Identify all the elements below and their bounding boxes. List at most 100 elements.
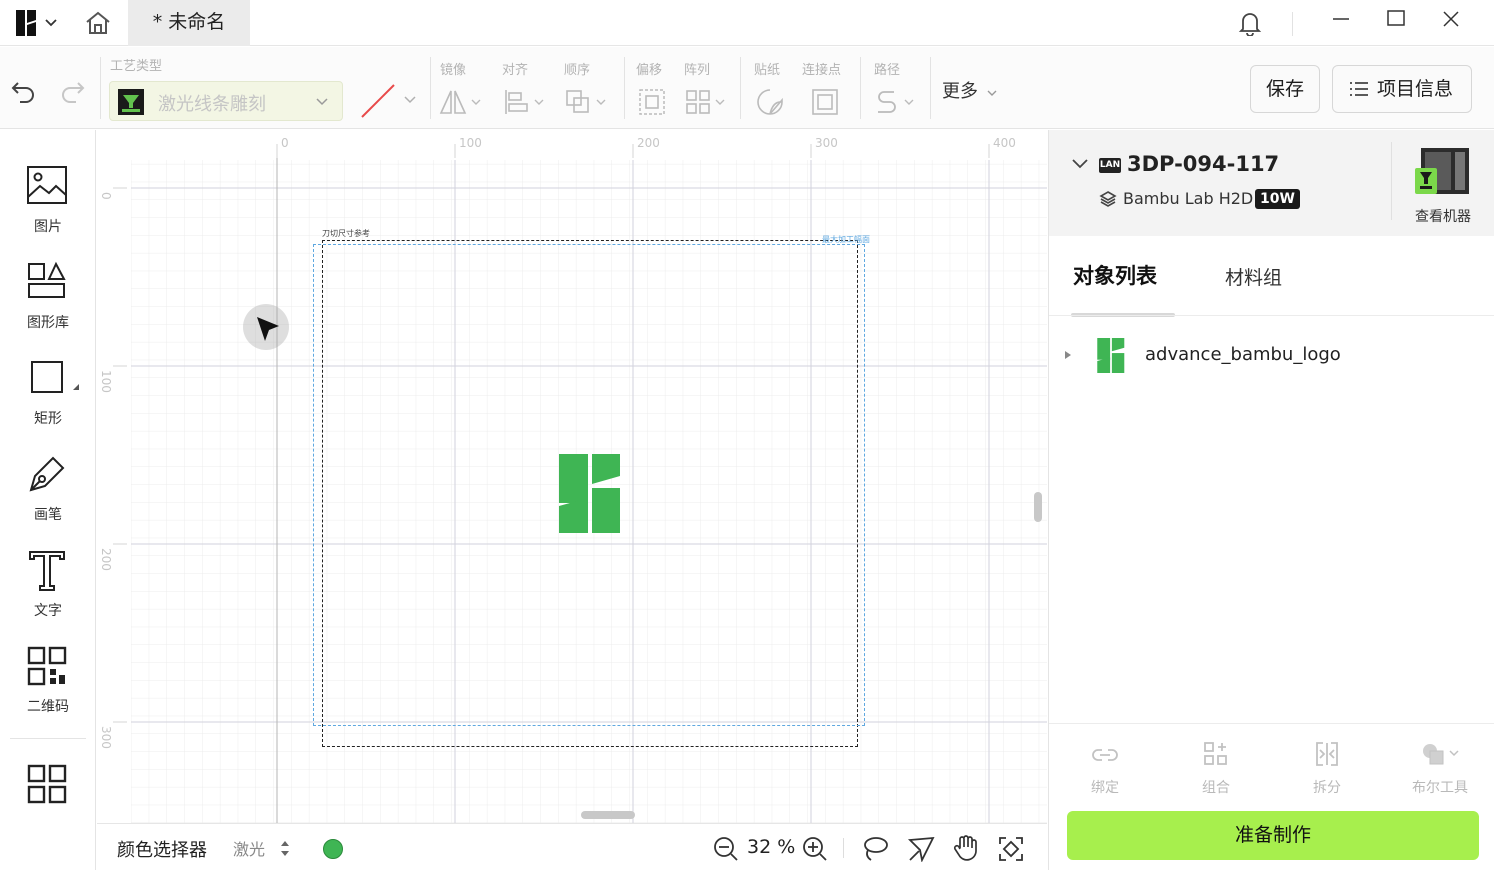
- layers-icon: [1099, 190, 1117, 208]
- group-icon: [1204, 742, 1227, 765]
- path-label: 路径: [874, 63, 901, 78]
- text-tool[interactable]: 文字: [0, 548, 96, 638]
- zoom-value: 32 %: [747, 836, 796, 858]
- text-icon: [29, 551, 65, 591]
- undo-icon[interactable]: [10, 77, 38, 103]
- image-icon: [27, 166, 67, 204]
- maximize-icon[interactable]: [1385, 8, 1407, 30]
- project-info-button[interactable]: 项目信息: [1332, 65, 1472, 113]
- boolean-label: 布尔工具: [1412, 780, 1468, 796]
- chevron-down-icon[interactable]: [1071, 158, 1089, 170]
- toolbar-divider: [860, 57, 861, 119]
- array-icon[interactable]: [685, 87, 725, 117]
- list-icon: [1349, 81, 1369, 97]
- apps-tool[interactable]: [0, 762, 96, 852]
- qr-code-icon: [27, 646, 67, 686]
- boolean-icon: [1423, 744, 1459, 765]
- laser-module-icon: [118, 89, 144, 115]
- ruler-top-label: 0: [281, 136, 289, 150]
- horizontal-scrollbar[interactable]: [581, 811, 635, 819]
- order-label: 顺序: [564, 63, 591, 78]
- rectangle-tool[interactable]: 矩形: [0, 356, 96, 446]
- canvas-bottom-bar: 颜色选择器 激光 32 %: [97, 823, 1047, 870]
- align-label: 对齐: [502, 63, 529, 78]
- image-tool-label: 图片: [34, 219, 62, 235]
- title-bar: * 未命名: [0, 0, 1494, 46]
- vertical-scrollbar[interactable]: [1034, 492, 1042, 522]
- more-menu[interactable]: 更多: [942, 77, 998, 103]
- prepare-button[interactable]: 准备制作: [1067, 811, 1479, 860]
- ruler-top-label: 300: [815, 136, 838, 150]
- tab-material-group[interactable]: 材料组: [1225, 263, 1282, 290]
- tabs-divider: [1049, 315, 1494, 316]
- process-type-label: 工艺类型: [110, 59, 163, 74]
- lasso-icon[interactable]: [861, 836, 889, 862]
- sticker-icon[interactable]: [755, 87, 785, 117]
- redo-icon[interactable]: [58, 77, 86, 103]
- view-machine-label[interactable]: 查看机器: [1415, 206, 1471, 226]
- connect-point-icon[interactable]: [810, 87, 840, 117]
- machine-model: Bambu Lab H2D: [1123, 189, 1254, 208]
- pen-icon: [29, 456, 65, 492]
- process-type-select[interactable]: 激光线条雕刻: [109, 81, 343, 121]
- process-type-value: 激光线条雕刻: [158, 94, 266, 115]
- offset-icon[interactable]: [637, 87, 667, 117]
- project-info-label: 项目信息: [1377, 78, 1454, 100]
- connect-point-label: 连接点: [802, 63, 842, 78]
- object-name: advance_bambu_logo: [1145, 344, 1341, 365]
- mode-value: 激光: [233, 840, 266, 859]
- mode-select[interactable]: 激光: [233, 836, 297, 860]
- sticker-label: 贴纸: [754, 63, 781, 78]
- color-picker-label: 颜色选择器: [117, 840, 207, 861]
- bell-icon[interactable]: [1238, 10, 1262, 36]
- qr-code-tool[interactable]: 二维码: [0, 644, 96, 734]
- mirror-label: 镜像: [440, 63, 467, 78]
- pen-tool[interactable]: 画笔: [0, 452, 96, 542]
- cursor-arrow-icon: [257, 317, 279, 341]
- hand-pan-icon[interactable]: [952, 834, 980, 862]
- tab-object-list[interactable]: 对象列表: [1073, 260, 1157, 290]
- expand-arrow-icon[interactable]: [1064, 350, 1072, 360]
- close-icon[interactable]: [1440, 8, 1462, 30]
- zoom-out-icon[interactable]: [713, 836, 739, 862]
- zoom-in-icon[interactable]: [802, 836, 828, 862]
- group-tool[interactable]: 组合: [1176, 735, 1256, 796]
- boolean-tool[interactable]: 布尔工具: [1400, 735, 1480, 796]
- group-label: 组合: [1202, 780, 1230, 796]
- minimize-icon[interactable]: [1330, 8, 1352, 30]
- toolbar-divider: [930, 57, 931, 119]
- line-color-select[interactable]: [356, 81, 418, 121]
- image-tool[interactable]: 图片: [0, 164, 96, 254]
- color-dot[interactable]: [323, 839, 343, 859]
- rectangle-icon: [31, 361, 79, 393]
- bambu-logo-thumbnail-icon: [1097, 338, 1125, 373]
- save-button[interactable]: 保存: [1250, 65, 1320, 113]
- bambu-app-logo-icon[interactable]: [14, 10, 62, 36]
- select-tool-icon[interactable]: [907, 836, 935, 862]
- list-item[interactable]: advance_bambu_logo: [1049, 336, 1494, 376]
- document-tab[interactable]: * 未命名: [128, 0, 250, 46]
- right-panel: LAN 3DP-094-117 Bambu Lab H2D 10W 查看机器 对…: [1048, 130, 1494, 870]
- bottom-tools-divider: [1049, 723, 1494, 724]
- split-tool[interactable]: 拆分: [1287, 735, 1367, 796]
- bambu-logo-object[interactable]: [559, 454, 621, 533]
- path-icon[interactable]: [874, 87, 914, 117]
- align-icon[interactable]: [503, 87, 544, 117]
- bind-tool[interactable]: 绑定: [1065, 735, 1145, 796]
- bottom-bar-divider: [843, 838, 844, 858]
- home-icon[interactable]: [84, 10, 112, 36]
- power-badge: 10W: [1255, 189, 1300, 209]
- qr-code-label: 二维码: [27, 699, 69, 715]
- machine-image[interactable]: [1411, 146, 1471, 202]
- shape-library-tool[interactable]: 图形库: [0, 260, 96, 350]
- offset-label: 偏移: [636, 63, 663, 78]
- mirror-icon[interactable]: [438, 87, 481, 117]
- titlebar-divider: [1292, 12, 1293, 36]
- chevron-down-icon: [315, 97, 329, 107]
- ruler-left-label: 300: [99, 726, 113, 749]
- left-toolbar-divider: [10, 738, 86, 739]
- design-canvas[interactable]: 0 100 200 300 400 0 100 200 300 刀切尺寸参考 最…: [97, 130, 1047, 823]
- fit-view-icon[interactable]: [997, 835, 1025, 863]
- toolbar-divider: [740, 57, 741, 119]
- arrange-order-icon[interactable]: [565, 87, 606, 117]
